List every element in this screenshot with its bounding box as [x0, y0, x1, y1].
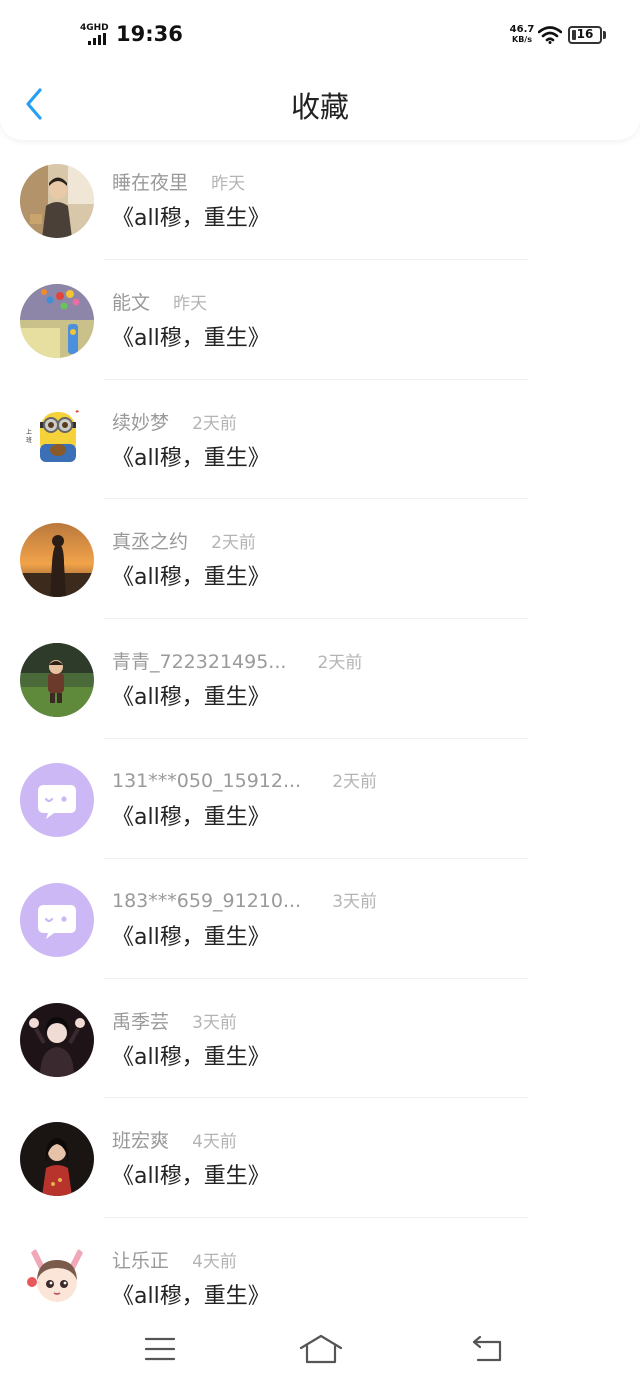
- avatar[interactable]: 上 班: [20, 403, 94, 478]
- sunset-avatar: [20, 523, 94, 598]
- user-name: 禹季芸: [112, 1010, 170, 1033]
- network-type: 4GHD: [80, 23, 109, 33]
- favorite-time: 昨天: [211, 174, 246, 194]
- battery-level: 16: [576, 27, 594, 41]
- favorite-time: 2天前: [317, 653, 363, 674]
- back-nav-button[interactable]: [468, 1332, 508, 1366]
- work-title[interactable]: 《all穆，重生》: [112, 1278, 270, 1310]
- home-icon: [299, 1334, 343, 1364]
- default-chat-avatar: [20, 762, 94, 837]
- minion-avatar: 上 班: [20, 403, 94, 478]
- user-name: 续妙梦: [112, 411, 170, 434]
- item-meta: 让乐正 4天前: [112, 1246, 237, 1273]
- list-item[interactable]: 183***659_91210... 3天前 《all穆，重生》: [0, 859, 640, 979]
- avatar[interactable]: [20, 643, 94, 718]
- avatar[interactable]: [20, 882, 94, 957]
- list-item[interactable]: 真丞之约 2天前 《all穆，重生》: [0, 499, 640, 620]
- avatar[interactable]: [20, 1002, 94, 1077]
- list-item[interactable]: 班宏爽 4天前 《all穆，重生》: [0, 1098, 640, 1219]
- avatar[interactable]: [20, 523, 94, 598]
- svg-text:上: 上: [26, 428, 32, 436]
- work-title[interactable]: 《all穆，重生》: [112, 559, 270, 591]
- item-meta: 131***050_15912... 2天前: [112, 767, 377, 792]
- item-meta: 续妙梦 2天前: [112, 408, 237, 435]
- avatar[interactable]: [20, 1122, 94, 1197]
- battery-icon: 16: [568, 26, 602, 44]
- favorite-time: 2天前: [332, 771, 378, 792]
- item-meta: 青青_722321495... 2天前: [112, 647, 362, 674]
- status-bar: 4GHD 19:36 46.7 KB/s 16: [0, 0, 640, 68]
- network-speed-unit: KB/s: [512, 35, 532, 44]
- user-name: 183***659_91210...: [112, 889, 302, 912]
- favorites-list: 睡在夜里 昨天 《all穆，重生》 能文 昨天 《all穆，重生》 上 班 续妙…: [0, 140, 640, 1338]
- battery-tip: [603, 31, 606, 39]
- list-item[interactable]: 131***050_15912... 2天前 《all穆，重生》: [0, 739, 640, 859]
- item-meta: 禹季芸 3天前: [112, 1007, 237, 1034]
- default-chat-avatar: [20, 882, 94, 957]
- clock: 19:36: [116, 22, 183, 46]
- cartoon-girl-avatar: [20, 1242, 94, 1317]
- user-name: 让乐正: [112, 1250, 170, 1273]
- work-title[interactable]: 《all穆，重生》: [112, 799, 270, 831]
- network-speed: 46.7 KB/s: [508, 25, 536, 45]
- favorite-time: 昨天: [173, 293, 208, 314]
- list-item[interactable]: 能文 昨天 《all穆，重生》: [0, 260, 640, 380]
- avatar[interactable]: [20, 164, 94, 238]
- item-meta: 183***659_91210... 3天前: [112, 887, 377, 912]
- avatar[interactable]: [20, 283, 94, 358]
- favorite-time: 2天前: [211, 533, 256, 554]
- work-title[interactable]: 《all穆，重生》: [112, 320, 270, 352]
- favorite-time: 4天前: [192, 1252, 237, 1273]
- item-meta: 真丞之约 2天前: [112, 527, 256, 554]
- user-name: 真丞之约: [112, 531, 189, 554]
- flowers-avatar: [20, 283, 94, 358]
- svg-text:班: 班: [26, 436, 32, 444]
- network-speed-value: 46.7: [509, 24, 535, 35]
- user-name: 睡在夜里: [112, 172, 189, 194]
- work-title[interactable]: 《all穆，重生》: [112, 919, 270, 951]
- list-item[interactable]: 青青_722321495... 2天前 《all穆，重生》: [0, 619, 640, 739]
- favorite-time: 3天前: [192, 1012, 237, 1033]
- home-button[interactable]: [298, 1332, 344, 1366]
- dark-portrait-avatar: [20, 1002, 94, 1077]
- work-title[interactable]: 《all穆，重生》: [112, 1039, 270, 1071]
- child-grass-avatar: [20, 643, 94, 718]
- list-item[interactable]: 上 班 续妙梦 2天前 《all穆，重生》: [0, 380, 640, 500]
- work-title[interactable]: 《all穆，重生》: [112, 200, 270, 232]
- list-item[interactable]: 禹季芸 3天前 《all穆，重生》: [0, 979, 640, 1099]
- work-title[interactable]: 《all穆，重生》: [112, 679, 270, 711]
- item-meta: 能文 昨天: [112, 288, 207, 315]
- photo-avatar-man: [20, 164, 94, 238]
- back-nav-icon: [472, 1335, 502, 1362]
- work-title[interactable]: 《all穆，重生》: [112, 440, 270, 472]
- item-meta: 班宏爽 4天前: [112, 1126, 237, 1153]
- menu-icon: [144, 1337, 176, 1361]
- user-name: 青青_722321495...: [112, 651, 287, 674]
- avatar[interactable]: [20, 1242, 94, 1317]
- red-dress-avatar: [20, 1122, 94, 1197]
- header: 4GHD 19:36 46.7 KB/s 16 收藏: [0, 0, 640, 140]
- system-nav-bar: [0, 1312, 640, 1387]
- list-item[interactable]: 睡在夜里 昨天 《all穆，重生》: [0, 140, 640, 260]
- favorite-time: 3天前: [332, 891, 378, 912]
- work-title[interactable]: 《all穆，重生》: [112, 1158, 270, 1190]
- menu-button[interactable]: [140, 1332, 180, 1366]
- signal-icon: [88, 33, 108, 45]
- user-name: 131***050_15912...: [112, 769, 302, 792]
- favorite-time: 2天前: [192, 413, 237, 434]
- avatar[interactable]: [20, 762, 94, 837]
- favorite-time: 4天前: [192, 1132, 237, 1153]
- item-meta: 睡在夜里 昨天: [112, 168, 245, 195]
- page-title: 收藏: [290, 90, 349, 124]
- wifi-icon: [538, 26, 562, 44]
- user-name: 能文: [112, 291, 151, 314]
- user-name: 班宏爽: [112, 1130, 170, 1153]
